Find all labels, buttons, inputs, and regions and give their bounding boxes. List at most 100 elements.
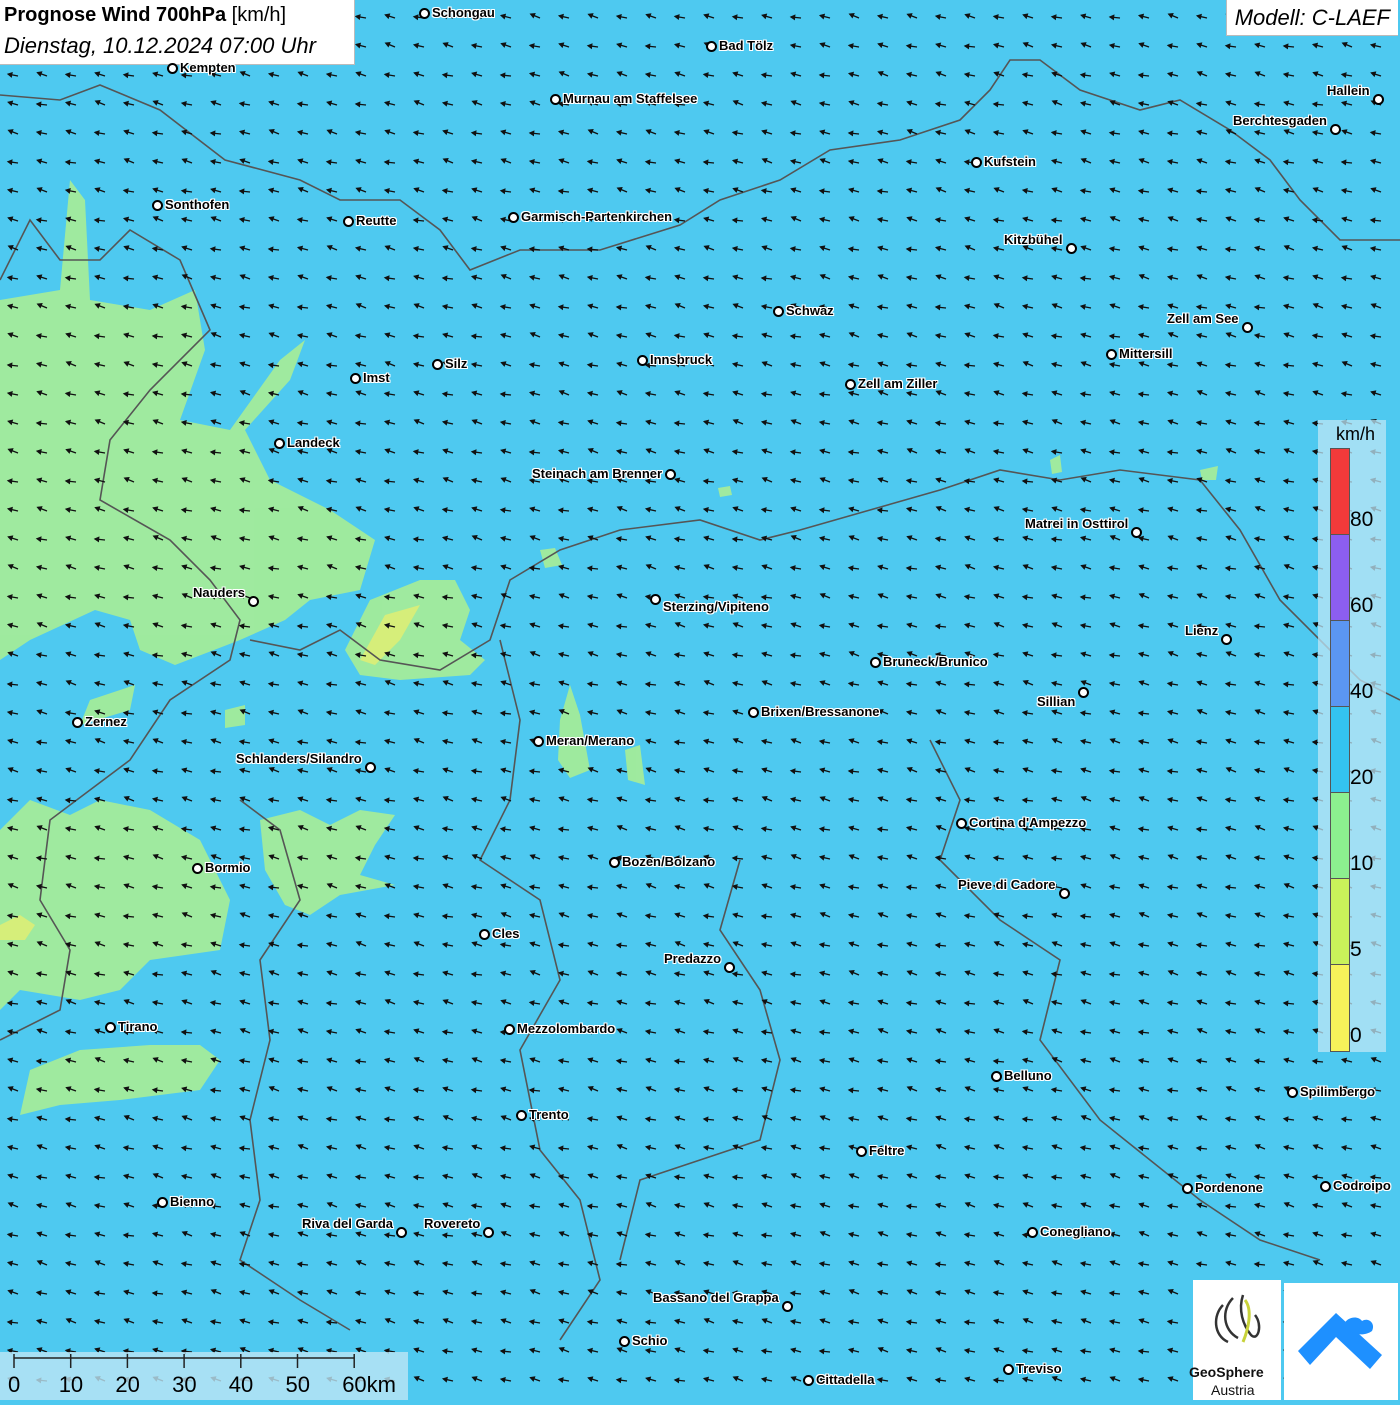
city-label: Predazzo (664, 951, 721, 966)
legend-color-swatch (1330, 448, 1350, 536)
scale-tick-label: 0 (8, 1372, 20, 1398)
city-marker (1330, 124, 1341, 135)
city-label: Murnau am Staffelsee (563, 91, 697, 106)
city-label: Zell am See (1167, 311, 1239, 326)
city-label: Bad Tölz (719, 38, 773, 53)
city-label: Trento (529, 1107, 569, 1122)
city-marker (1373, 94, 1384, 105)
city-marker (1182, 1183, 1193, 1194)
city-marker (152, 200, 163, 211)
map-title: Prognose Wind 700hPa [km/h] (4, 4, 286, 27)
legend-color-swatch (1330, 534, 1350, 622)
city-label: Bormio (205, 860, 251, 875)
city-label: Cittadella (816, 1372, 875, 1387)
app-logo[interactable] (1284, 1283, 1398, 1400)
city-label: Lienz (1185, 623, 1218, 638)
city-marker (533, 736, 544, 747)
scale-tick-label: 40 (229, 1372, 253, 1398)
city-label: Schlanders/Silandro (236, 751, 362, 766)
city-marker (1287, 1087, 1298, 1098)
legend-color-swatch (1330, 620, 1350, 708)
city-marker (637, 355, 648, 366)
city-marker (167, 63, 178, 74)
city-label: Pordenone (1195, 1180, 1263, 1195)
city-marker (870, 657, 881, 668)
legend-label: 80 (1350, 508, 1373, 532)
city-label: Kempten (180, 60, 236, 75)
city-label: Kitzbühel (1004, 232, 1063, 247)
city-label: Schio (632, 1333, 667, 1348)
city-marker (274, 438, 285, 449)
legend-color-swatch (1330, 792, 1350, 880)
legend-unit: km/h (1336, 424, 1375, 445)
legend-color-swatch (1330, 964, 1350, 1052)
city-marker (72, 717, 83, 728)
city-marker (396, 1227, 407, 1238)
model-label: Modell: C-LAEF (1235, 5, 1390, 30)
city-marker (419, 8, 430, 19)
city-label: Feltre (869, 1143, 904, 1158)
city-label: Silz (445, 356, 467, 371)
scale-bar: 0102030405060km (0, 1352, 408, 1400)
city-label: Bozen/Bolzano (622, 854, 715, 869)
city-label: Mezzolombardo (517, 1021, 615, 1036)
city-marker (956, 818, 967, 829)
city-marker (748, 707, 759, 718)
city-marker (1242, 322, 1253, 333)
city-marker (365, 762, 376, 773)
legend-label: 20 (1350, 766, 1373, 790)
scale-tick-label: 30 (172, 1372, 196, 1398)
city-label: Garmisch-Partenkirchen (521, 209, 672, 224)
scale-tick-label: 60km (342, 1372, 396, 1398)
city-label: Belluno (1004, 1068, 1052, 1083)
city-label: Codroipo (1333, 1178, 1391, 1193)
city-marker (1078, 687, 1089, 698)
city-label: Spilimbergo (1300, 1084, 1375, 1099)
city-marker (1320, 1181, 1331, 1192)
city-label: Landeck (287, 435, 340, 450)
city-label: Sterzing/Vipiteno (663, 599, 769, 614)
city-label: Bruneck/Brunico (883, 654, 988, 669)
legend-label: 0 (1350, 1024, 1362, 1048)
city-marker (845, 379, 856, 390)
city-label: Reutte (356, 213, 396, 228)
city-marker (508, 212, 519, 223)
city-label: Tirano (118, 1019, 158, 1034)
city-marker (991, 1071, 1002, 1082)
city-marker (516, 1110, 527, 1121)
city-marker (105, 1022, 116, 1033)
city-label: Kufstein (984, 154, 1036, 169)
geosphere-logo-icon (1193, 1280, 1281, 1364)
color-legend: km/h 806040201050 (1318, 420, 1386, 1052)
city-marker (504, 1024, 515, 1035)
city-label: Conegliano (1040, 1224, 1111, 1239)
city-marker (550, 94, 561, 105)
city-label: Cles (492, 926, 519, 941)
city-label: Berchtesgaden (1233, 113, 1327, 128)
city-marker (856, 1146, 867, 1157)
city-marker (1106, 349, 1117, 360)
city-marker (157, 1197, 168, 1208)
city-label: Schongau (432, 5, 495, 20)
city-label: Imst (363, 370, 390, 385)
city-label: Meran/Merano (546, 733, 634, 748)
city-marker (483, 1227, 494, 1238)
legend-color-swatch (1330, 706, 1350, 794)
legend-label: 60 (1350, 594, 1373, 618)
geosphere-logo: GeoSphere Austria (1193, 1280, 1281, 1400)
city-label: Zell am Ziller (858, 376, 937, 391)
scale-tick-label: 20 (115, 1372, 139, 1398)
city-label: Brixen/Bressanone (761, 704, 880, 719)
legend-color-swatch (1330, 878, 1350, 966)
wind-app-icon (1284, 1283, 1398, 1400)
map-title-unit: [km/h] (232, 4, 286, 26)
city-marker (1059, 888, 1070, 899)
city-label: Mittersill (1119, 346, 1172, 361)
city-marker (971, 157, 982, 168)
city-label: Schwaz (786, 303, 834, 318)
city-label: Cortina d'Ampezzo (969, 815, 1086, 830)
city-label: Riva del Garda (302, 1216, 393, 1231)
scale-tick-label: 10 (59, 1372, 83, 1398)
city-label: Matrei in Osttirol (1025, 516, 1128, 531)
city-label: Treviso (1016, 1361, 1062, 1376)
